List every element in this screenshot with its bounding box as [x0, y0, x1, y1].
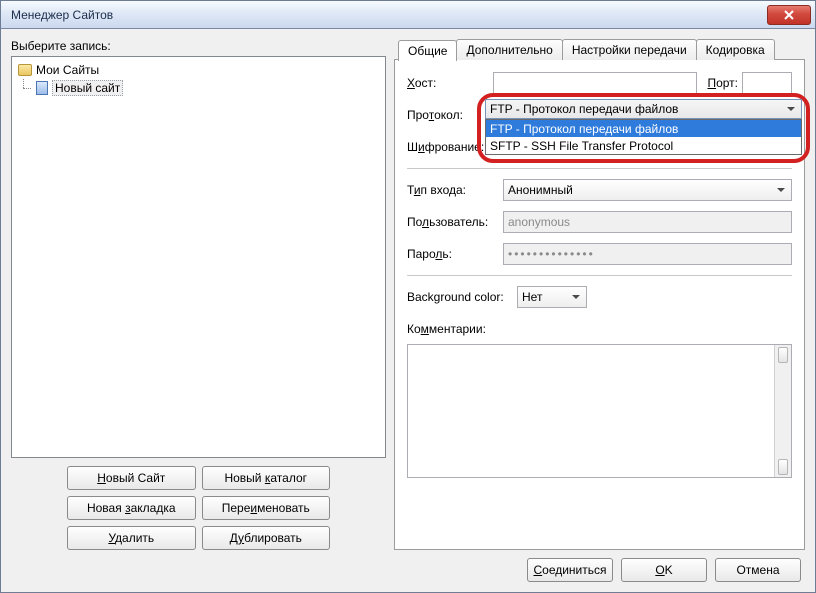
bgcolor-select[interactable]: Нет: [517, 286, 587, 308]
tab-transfer[interactable]: Настройки передачи: [562, 39, 697, 60]
separator: [407, 275, 792, 276]
row-comments-label: Комментарии:: [407, 318, 792, 340]
window-title: Менеджер Сайтов: [11, 8, 113, 22]
logon-type-label: Тип входа:: [407, 183, 503, 197]
site-icon: [36, 81, 48, 95]
password-label: Пароль:: [407, 247, 503, 261]
row-logon-type: Тип входа: Анонимный: [407, 179, 792, 201]
tabs: Общие Дополнительно Настройки передачи К…: [394, 39, 805, 60]
tree-root[interactable]: Мои Сайты: [14, 61, 383, 79]
tab-charset[interactable]: Кодировка: [696, 39, 775, 60]
tree-item[interactable]: Новый сайт: [14, 79, 383, 97]
protocol-select[interactable]: FTP - Протокол передачи файлов: [485, 99, 802, 119]
titlebar[interactable]: Менеджер Сайтов: [1, 1, 815, 29]
left-buttons: Новый Сайт Новый каталог Новая закладка …: [11, 466, 386, 550]
sites-tree[interactable]: Мои Сайты Новый сайт: [11, 56, 386, 458]
row-bgcolor: Background color: Нет: [407, 286, 792, 308]
comments-label: Комментарии:: [407, 322, 486, 336]
close-icon: [784, 10, 794, 20]
main-split: Выберите запись: Мои Сайты Новый сайт Но…: [11, 39, 805, 550]
encryption-label: Шифрование:: [407, 140, 493, 154]
left-column: Выберите запись: Мои Сайты Новый сайт Но…: [11, 39, 386, 550]
bgcolor-value: Нет: [522, 290, 542, 304]
rename-button[interactable]: Переименовать: [202, 496, 331, 520]
client-area: Выберите запись: Мои Сайты Новый сайт Но…: [1, 29, 815, 592]
protocol-label: Протокол:: [407, 108, 493, 122]
protocol-option-ftp[interactable]: FTP - Протокол передачи файлов: [486, 120, 801, 137]
new-site-button[interactable]: Новый Сайт: [67, 466, 196, 490]
tree-root-label: Мои Сайты: [36, 63, 99, 77]
site-manager-window: Менеджер Сайтов Выберите запись: Мои Сай…: [0, 0, 816, 593]
separator: [407, 168, 792, 169]
user-label: Пользователь:: [407, 215, 503, 229]
user-input: [503, 211, 792, 233]
row-user: Пользователь:: [407, 211, 792, 233]
ok-button[interactable]: OK: [621, 558, 707, 582]
select-entry-label: Выберите запись:: [11, 39, 386, 53]
protocol-dropdown-annotation: FTP - Протокол передачи файлов FTP - Про…: [477, 93, 810, 163]
row-host: Хост: Порт:: [407, 72, 792, 94]
new-bookmark-button[interactable]: Новая закладка: [67, 496, 196, 520]
cancel-button[interactable]: Отмена: [715, 558, 801, 582]
folder-icon: [18, 64, 32, 76]
scrollbar-vertical[interactable]: [774, 345, 791, 477]
protocol-options-list: FTP - Протокол передачи файлов SFTP - SS…: [485, 119, 802, 155]
comments-textarea[interactable]: [407, 344, 792, 478]
port-input[interactable]: [742, 72, 792, 94]
password-input: [503, 243, 792, 265]
tab-panel-general: Хост: Порт: Протокол: Шифрование:: [394, 59, 805, 550]
right-column: Общие Дополнительно Настройки передачи К…: [394, 39, 805, 550]
host-label: Хост:: [407, 76, 493, 90]
tab-general[interactable]: Общие: [398, 40, 457, 61]
delete-button[interactable]: Удалить: [67, 526, 196, 550]
protocol-option-sftp[interactable]: SFTP - SSH File Transfer Protocol: [486, 137, 801, 154]
tab-advanced[interactable]: Дополнительно: [456, 39, 562, 60]
tree-item-label: Новый сайт: [52, 80, 123, 96]
new-folder-button[interactable]: Новый каталог: [202, 466, 331, 490]
duplicate-button[interactable]: Дублировать: [202, 526, 331, 550]
logon-type-value: Анонимный: [508, 183, 573, 197]
bgcolor-label: Background color:: [407, 290, 517, 304]
close-button[interactable]: [767, 5, 811, 25]
logon-type-select[interactable]: Анонимный: [503, 179, 792, 201]
port-label: Порт:: [707, 76, 738, 90]
host-input[interactable]: [493, 72, 697, 94]
protocol-select-value: FTP - Протокол передачи файлов: [490, 102, 678, 116]
dialog-footer: Соединиться OK Отмена: [11, 550, 805, 586]
row-password: Пароль:: [407, 243, 792, 265]
connect-button[interactable]: Соединиться: [527, 558, 613, 582]
